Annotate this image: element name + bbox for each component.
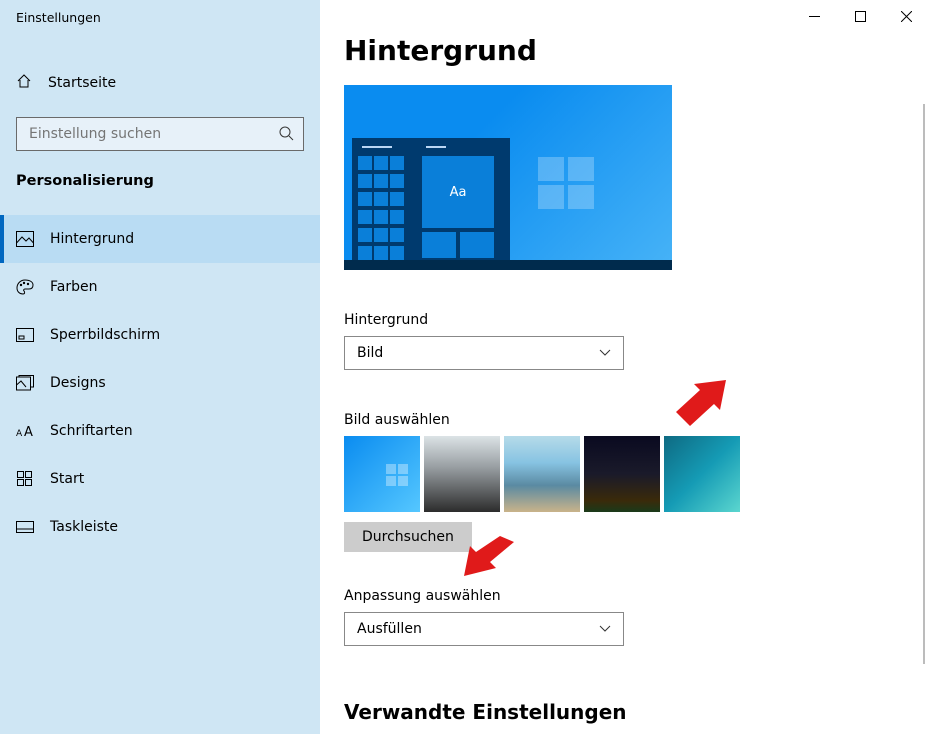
- sidebar-nav: Hintergrund Farben Sperrbildschirm Desig…: [0, 215, 320, 551]
- related-settings-heading: Verwandte Einstellungen: [344, 700, 880, 724]
- svg-text:A: A: [16, 429, 23, 438]
- chevron-down-icon: [599, 345, 611, 361]
- nav-label: Taskleiste: [50, 519, 118, 535]
- sidebar: Einstellungen Startseite Personalisierun…: [0, 0, 320, 734]
- window-title: Einstellungen: [0, 10, 320, 35]
- select-value: Bild: [357, 345, 383, 361]
- search-field: [0, 117, 320, 151]
- sidebar-item-start[interactable]: Start: [0, 455, 320, 503]
- chevron-down-icon: [599, 621, 611, 637]
- taskbar-preview: [344, 260, 672, 270]
- nav-label: Farben: [50, 279, 97, 295]
- lockscreen-icon: [16, 326, 34, 344]
- picture-thumbnail[interactable]: [584, 436, 660, 512]
- picture-thumbnail[interactable]: [504, 436, 580, 512]
- maximize-button[interactable]: [837, 0, 883, 32]
- nav-label: Hintergrund: [50, 231, 134, 247]
- background-preview: Aa: [344, 85, 672, 270]
- picture-thumbnail[interactable]: [664, 436, 740, 512]
- titlebar: [791, 0, 929, 32]
- nav-label: Sperrbildschirm: [50, 327, 160, 343]
- sidebar-item-lockscreen[interactable]: Sperrbildschirm: [0, 311, 320, 359]
- fit-label: Anpassung auswählen: [344, 588, 880, 604]
- close-button[interactable]: [883, 0, 929, 32]
- sidebar-item-colors[interactable]: Farben: [0, 263, 320, 311]
- home-icon: [16, 73, 32, 93]
- search-input[interactable]: [16, 117, 304, 151]
- picture-thumbnail[interactable]: [344, 436, 420, 512]
- annotation-arrow-icon: [670, 380, 726, 426]
- annotation-arrow-icon: [464, 536, 520, 576]
- font-icon: AA: [16, 422, 34, 440]
- preview-text: Aa: [422, 156, 494, 228]
- background-label: Hintergrund: [344, 312, 880, 328]
- settings-window: Einstellungen Startseite Personalisierun…: [0, 0, 929, 734]
- home-button[interactable]: Startseite: [0, 61, 320, 105]
- palette-icon: [16, 278, 34, 296]
- picture-thumbnails: [344, 436, 880, 512]
- picture-thumbnail[interactable]: [424, 436, 500, 512]
- theme-icon: [16, 374, 34, 392]
- pick-image-label: Bild auswählen: [344, 412, 880, 428]
- sidebar-item-background[interactable]: Hintergrund: [0, 215, 320, 263]
- sidebar-item-fonts[interactable]: AA Schriftarten: [0, 407, 320, 455]
- sidebar-item-taskbar[interactable]: Taskleiste: [0, 503, 320, 551]
- browse-button[interactable]: Durchsuchen: [344, 522, 472, 552]
- image-icon: [16, 230, 34, 248]
- taskbar-icon: [16, 518, 34, 536]
- home-label: Startseite: [48, 75, 116, 91]
- section-title: Personalisierung: [0, 151, 320, 203]
- scrollbar[interactable]: [923, 104, 925, 664]
- page-title: Hintergrund: [344, 34, 880, 67]
- windows-logo-icon: [538, 157, 594, 213]
- start-icon: [16, 470, 34, 488]
- svg-text:A: A: [24, 425, 33, 438]
- select-value: Ausfüllen: [357, 621, 422, 637]
- minimize-button[interactable]: [791, 0, 837, 32]
- nav-label: Schriftarten: [50, 423, 133, 439]
- fit-select[interactable]: Ausfüllen: [344, 612, 624, 646]
- start-menu-preview: Aa: [352, 138, 510, 262]
- main-content: Hintergrund Aa Hi: [320, 0, 929, 734]
- background-type-select[interactable]: Bild: [344, 336, 624, 370]
- nav-label: Start: [50, 471, 84, 487]
- nav-label: Designs: [50, 375, 106, 391]
- sidebar-item-themes[interactable]: Designs: [0, 359, 320, 407]
